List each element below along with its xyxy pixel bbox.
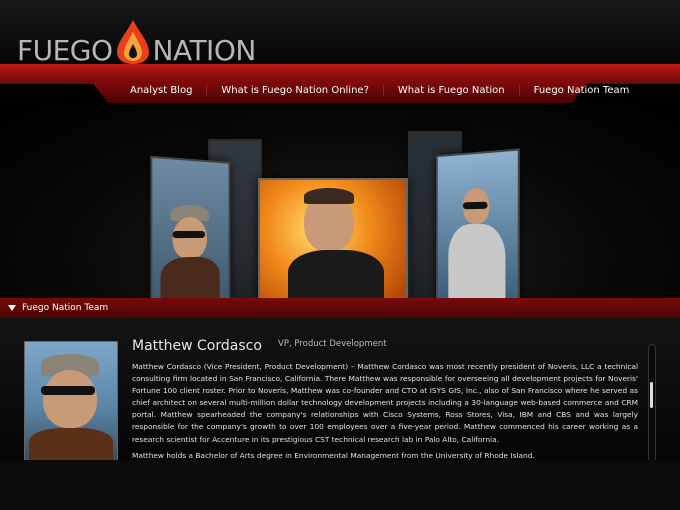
nav-fuego-nation-team[interactable]: Fuego Nation Team [518, 84, 644, 96]
profile-photo [24, 341, 118, 461]
logo-text-left: FUEGO [17, 34, 113, 67]
page-footer [0, 460, 680, 510]
sunglasses-shape [462, 201, 488, 210]
fuego-nation-logo[interactable]: FUEGO NATION [17, 19, 257, 67]
logo-text-right: NATION [152, 34, 257, 67]
face-shape [43, 370, 97, 428]
face-shape [172, 216, 207, 260]
jacket-shape [160, 256, 220, 298]
site-header: FUEGO NATION [0, 0, 680, 67]
shirt-shape [448, 223, 506, 298]
section-header[interactable]: Fuego Nation Team [0, 298, 680, 318]
carousel-card-featured[interactable] [258, 178, 408, 298]
section-title: Fuego Nation Team [22, 303, 109, 313]
shirt-shape [288, 250, 384, 298]
main-navigation: Analyst Blog What is Fuego Nation Online… [112, 79, 643, 101]
sunglasses-shape [41, 386, 95, 395]
collapse-triangle-icon[interactable] [8, 305, 16, 311]
scrollbar-thumb[interactable] [650, 382, 653, 408]
profile-bio: Matthew Cordasco (Vice President, Produc… [132, 362, 638, 444]
jacket-shape [29, 428, 113, 460]
nav-what-is-fuego-nation-online[interactable]: What is Fuego Nation Online? [206, 84, 382, 96]
profile-name: Matthew Cordasco [132, 338, 262, 354]
sunglasses-shape [172, 231, 206, 239]
carousel-card-left[interactable] [150, 155, 231, 298]
carousel-card-right[interactable] [435, 148, 520, 298]
nav-what-is-fuego-nation[interactable]: What is Fuego Nation [382, 84, 519, 96]
team-photo-carousel [0, 104, 680, 298]
profile-role: VP, Product Development [278, 339, 387, 349]
hair-shape [304, 188, 354, 204]
nav-analyst-blog[interactable]: Analyst Blog [112, 85, 206, 96]
flame-icon [116, 19, 149, 64]
profile-education: Matthew holds a Bachelor of Arts degree … [132, 451, 535, 460]
